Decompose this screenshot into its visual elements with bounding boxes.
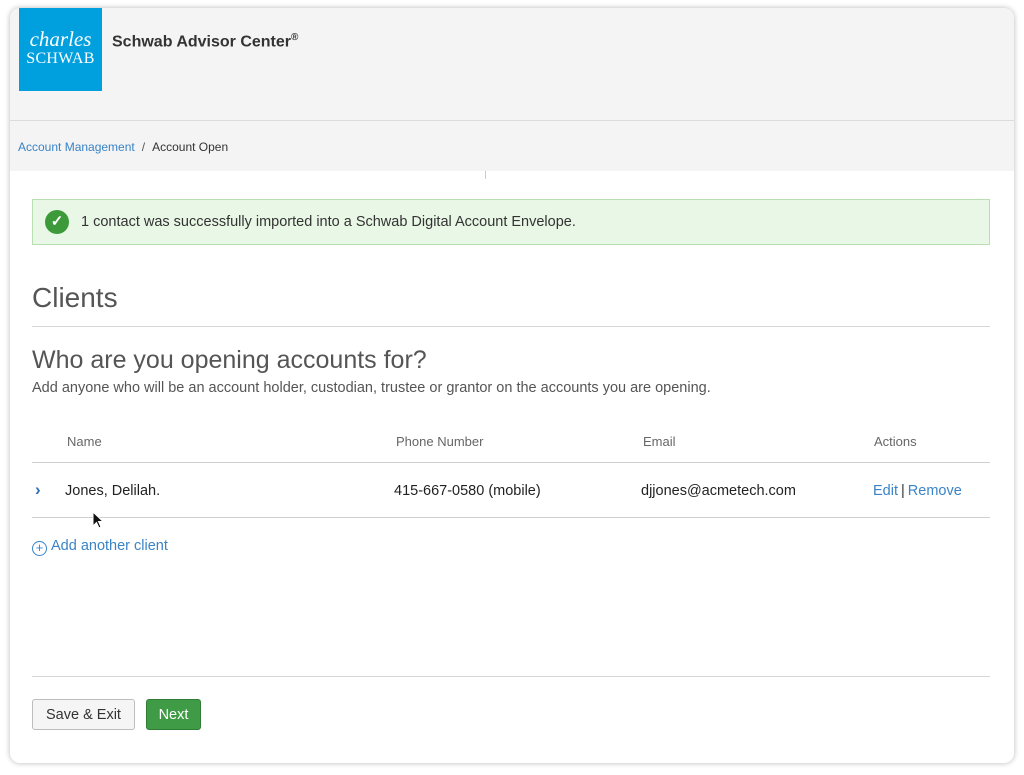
column-header-actions: Actions xyxy=(874,434,917,449)
logo-text-schwab: SCHWAB xyxy=(26,50,95,67)
section-heading: Who are you opening accounts for? xyxy=(32,346,427,374)
remove-link[interactable]: Remove xyxy=(908,483,962,499)
column-header-email: Email xyxy=(643,434,676,449)
section-description: Add anyone who will be an account holder… xyxy=(32,380,711,396)
app-header: charles SCHWAB Schwab Advisor Center® xyxy=(10,8,1014,121)
registered-mark: ® xyxy=(291,32,299,43)
client-email: djjones@acmetech.com xyxy=(641,483,796,499)
breadcrumb-separator: / xyxy=(141,140,146,154)
app-title: Schwab Advisor Center® xyxy=(112,32,298,51)
schwab-logo[interactable]: charles SCHWAB xyxy=(19,8,102,91)
next-button[interactable]: Next xyxy=(146,699,201,730)
page-title: Clients xyxy=(32,282,118,313)
success-alert: ✓ 1 contact was successfully imported in… xyxy=(32,199,990,245)
chevron-right-icon[interactable]: › xyxy=(35,480,41,500)
breadcrumb: Account Management / Account Open xyxy=(18,140,228,154)
table-header-divider xyxy=(32,462,990,463)
logo-text-charles: charles xyxy=(29,27,92,51)
add-another-client-link[interactable]: + Add another client xyxy=(32,538,168,556)
client-name: Jones, Delilah. xyxy=(65,483,161,499)
action-separator: | xyxy=(901,483,905,499)
breadcrumb-account-open: Account Open xyxy=(152,140,229,154)
edit-link[interactable]: Edit xyxy=(873,483,898,499)
client-phone: 415-667-0580 (mobile) xyxy=(394,483,541,499)
mouse-cursor-icon xyxy=(92,511,104,529)
column-header-phone: Phone Number xyxy=(396,434,484,449)
plus-circle-icon: + xyxy=(32,541,47,556)
title-divider xyxy=(32,326,990,327)
add-client-label: Add another client xyxy=(51,538,168,554)
divider-tick xyxy=(485,171,486,179)
row-actions: Edit | Remove xyxy=(873,483,962,499)
browser-window: charles SCHWAB Schwab Advisor Center® Ac… xyxy=(10,8,1014,763)
footer-divider xyxy=(32,676,990,677)
table-row-divider xyxy=(32,517,990,518)
column-header-name: Name xyxy=(67,434,102,449)
alert-message: 1 contact was successfully imported into… xyxy=(81,214,576,230)
breadcrumb-account-management[interactable]: Account Management xyxy=(18,140,135,154)
app-title-text: Schwab Advisor Center xyxy=(112,33,292,51)
save-exit-button[interactable]: Save & Exit xyxy=(32,699,135,730)
check-circle-icon: ✓ xyxy=(45,210,69,234)
